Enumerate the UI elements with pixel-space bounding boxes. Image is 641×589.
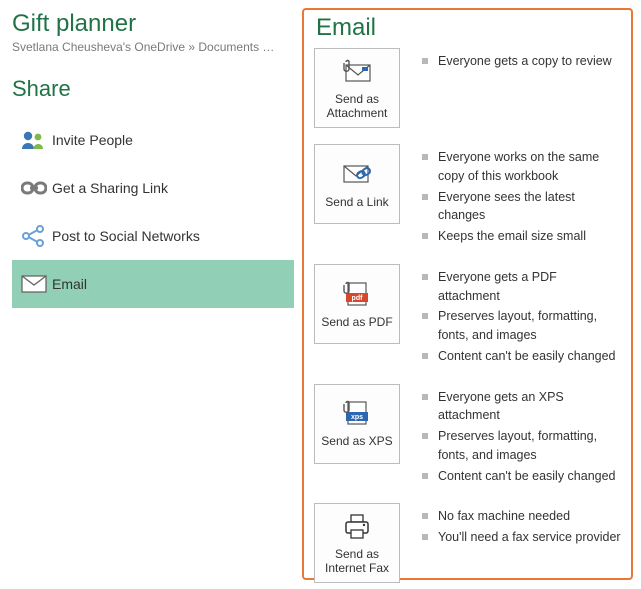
bullet-item: Preserves layout, formatting, fonts, and… (422, 427, 621, 465)
bullet-item: You'll need a fax service provider (422, 528, 621, 547)
share-item-label: Email (52, 276, 87, 292)
email-option-xps: xps Send as XPS Everyone gets an XPS att… (314, 384, 621, 488)
share-get-link[interactable]: Get a Sharing Link (12, 164, 294, 212)
email-heading: Email (316, 14, 621, 42)
bullet-item: No fax machine needed (422, 507, 621, 526)
envelope-icon (16, 275, 52, 293)
bullet-item: Everyone gets an XPS attachment (422, 388, 621, 426)
share-social[interactable]: Post to Social Networks (12, 212, 294, 260)
send-as-fax-button[interactable]: Send as Internet Fax (314, 503, 400, 583)
send-a-link-button[interactable]: Send a Link (314, 144, 400, 224)
bullet-item: Content can't be easily changed (422, 467, 621, 486)
svg-text:xps: xps (351, 414, 363, 421)
button-label: Send a Link (325, 195, 388, 209)
link-icon (16, 180, 52, 196)
bullet-item: Everyone gets a PDF attachment (422, 268, 621, 306)
attachment-envelope-icon (340, 56, 374, 88)
bullet-item: Everyone gets a copy to review (422, 52, 621, 71)
button-label: Send as XPS (321, 434, 392, 448)
social-icon (16, 225, 52, 247)
button-label: Send as PDF (321, 315, 392, 329)
send-as-pdf-button[interactable]: pdf Send as PDF (314, 264, 400, 344)
people-icon (16, 129, 52, 151)
share-item-label: Post to Social Networks (52, 228, 200, 244)
app-root: Gift planner Svetlana Cheusheva's OneDri… (0, 0, 641, 589)
send-as-xps-button[interactable]: xps Send as XPS (314, 384, 400, 464)
fax-icon (340, 511, 374, 543)
bullet-list: No fax machine needed You'll need a fax … (422, 507, 621, 549)
share-item-label: Get a Sharing Link (52, 180, 168, 196)
bullet-list: Everyone gets an XPS attachment Preserve… (422, 388, 621, 488)
xps-attachment-icon: xps (340, 398, 374, 430)
right-panel: Email Send as Attachment Every (300, 0, 641, 589)
left-panel: Gift planner Svetlana Cheusheva's OneDri… (0, 0, 300, 589)
envelope-link-icon (340, 159, 374, 191)
breadcrumb: Svetlana Cheusheva's OneDrive » Document… (12, 40, 300, 54)
share-invite-people[interactable]: Invite People (12, 116, 294, 164)
bullet-item: Content can't be easily changed (422, 347, 621, 366)
email-option-fax: Send as Internet Fax No fax machine need… (314, 503, 621, 583)
bullet-item: Keeps the email size small (422, 227, 621, 246)
email-option-link: Send a Link Everyone works on the same c… (314, 144, 621, 248)
email-option-attachment: Send as Attachment Everyone gets a copy … (314, 48, 621, 128)
share-heading: Share (12, 76, 300, 102)
button-label: Send as Internet Fax (317, 547, 397, 576)
bullet-item: Everyone sees the latest changes (422, 188, 621, 226)
email-option-pdf: pdf Send as PDF Everyone gets a PDF atta… (314, 264, 621, 368)
bullet-list: Everyone gets a copy to review (422, 52, 621, 73)
bullet-list: Everyone gets a PDF attachment Preserves… (422, 268, 621, 368)
send-as-attachment-button[interactable]: Send as Attachment (314, 48, 400, 128)
bullet-list: Everyone works on the same copy of this … (422, 148, 621, 248)
bullet-item: Everyone works on the same copy of this … (422, 148, 621, 186)
button-label: Send as Attachment (317, 92, 397, 121)
pdf-attachment-icon: pdf (340, 279, 374, 311)
document-title: Gift planner (12, 10, 300, 38)
bullet-item: Preserves layout, formatting, fonts, and… (422, 307, 621, 345)
share-email[interactable]: Email (12, 260, 294, 308)
share-item-label: Invite People (52, 132, 133, 148)
svg-text:pdf: pdf (352, 295, 364, 302)
email-options-container: Email Send as Attachment Every (302, 8, 633, 580)
